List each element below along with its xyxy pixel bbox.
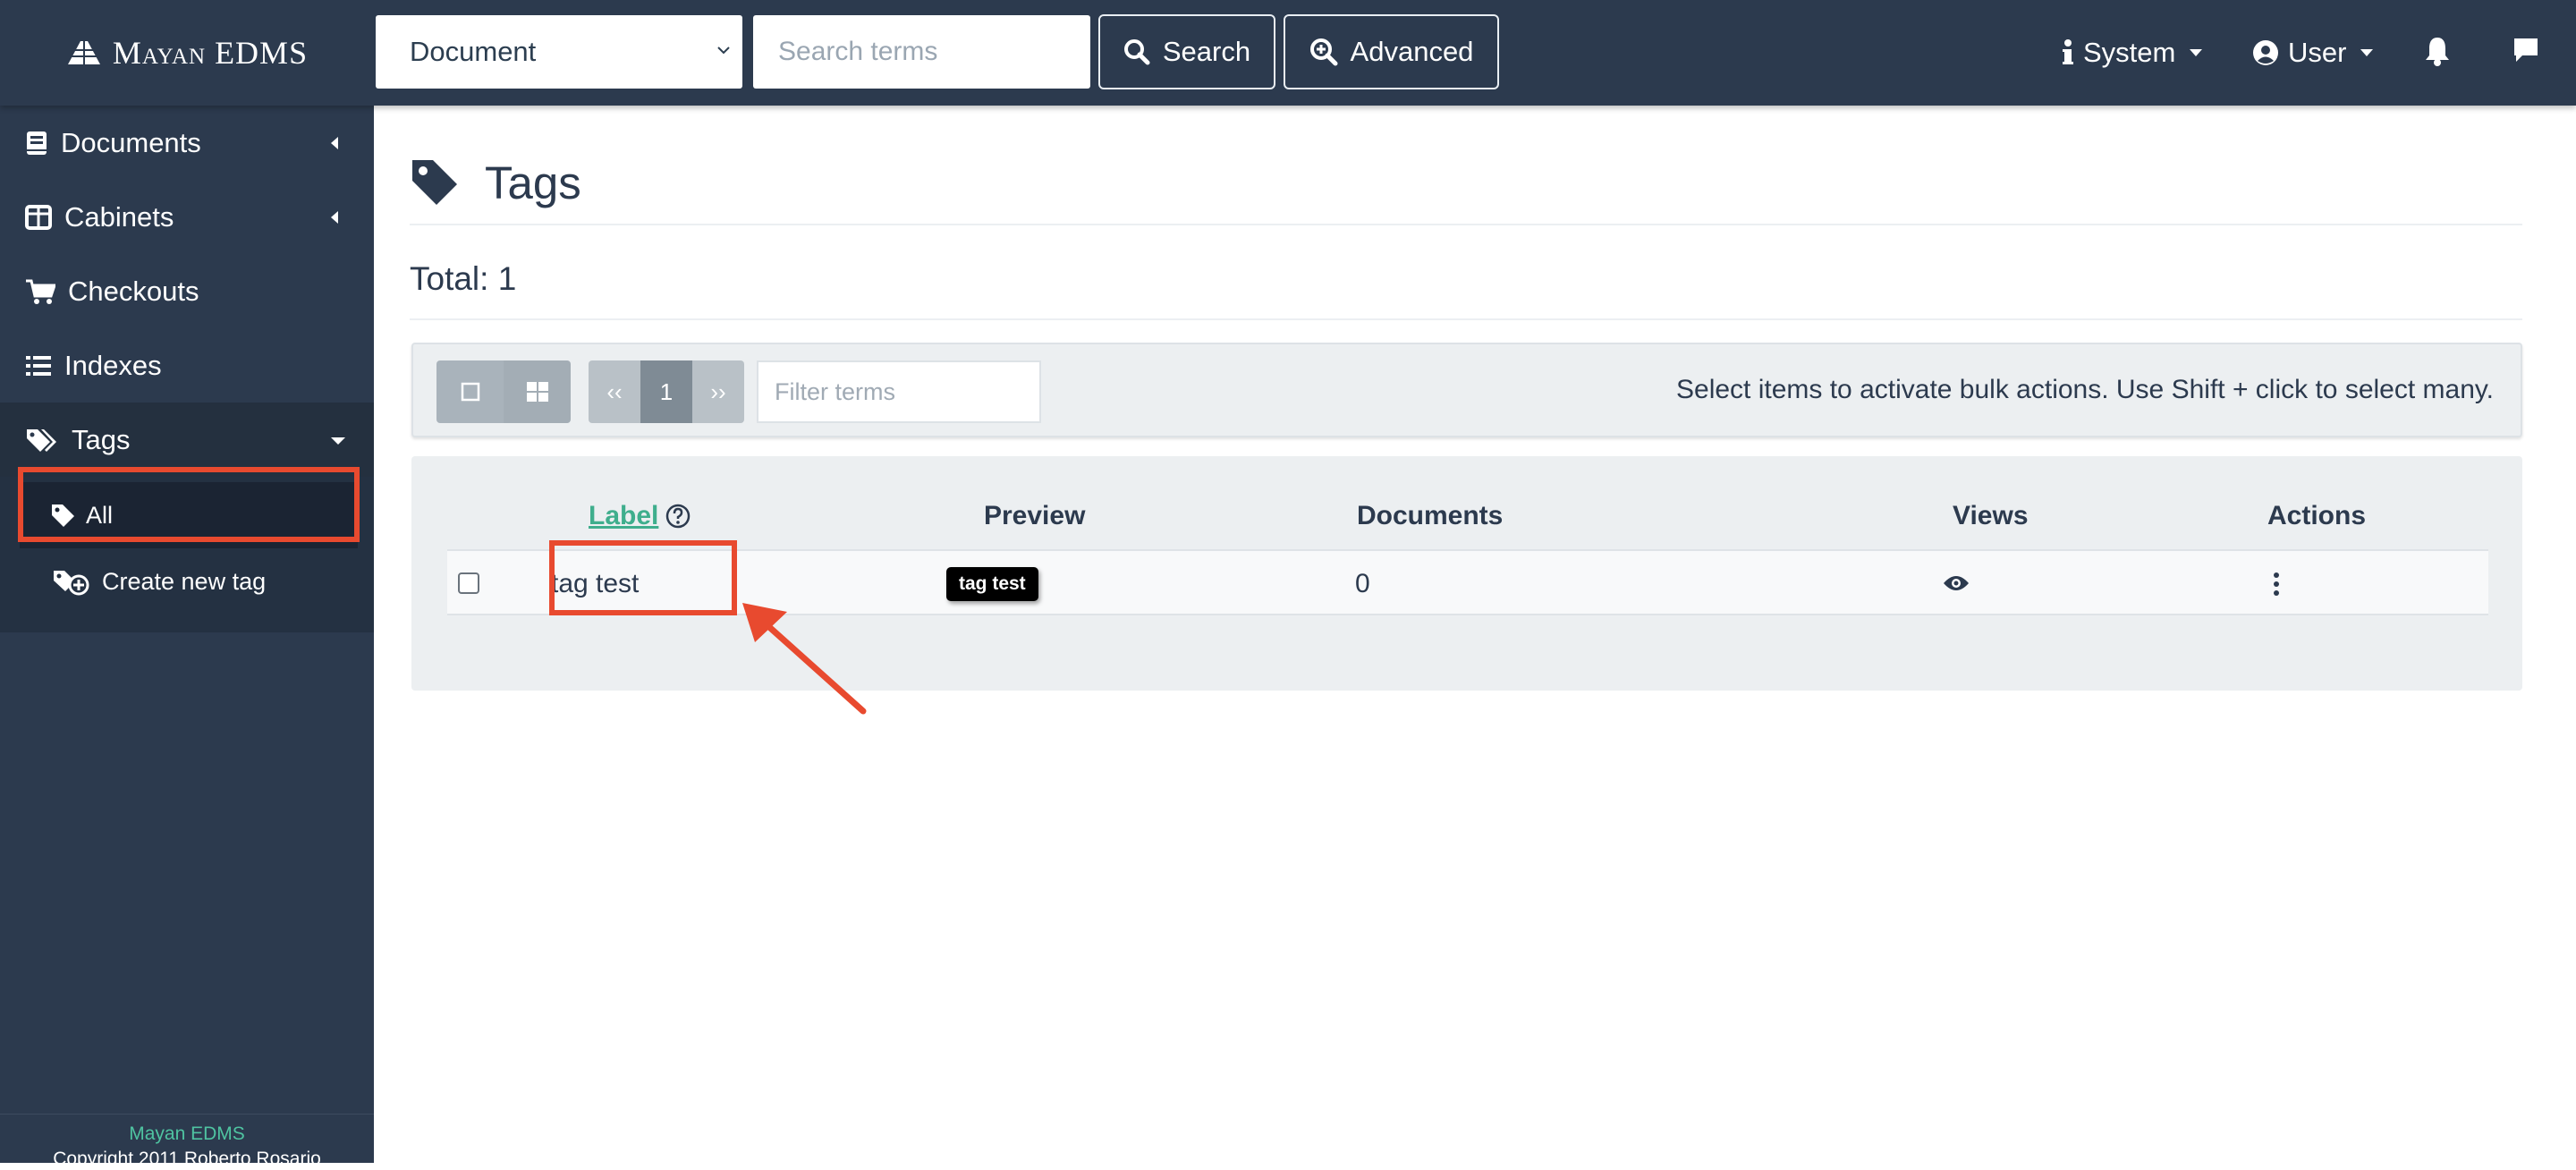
eye-icon[interactable]	[1943, 574, 1970, 592]
tags-icon	[27, 428, 56, 452]
system-menu-label: System	[2083, 37, 2176, 68]
main-content: Tags Total: 1 ‹‹ 1 ›› Se	[374, 106, 2576, 1163]
list-toolbar: ‹‹ 1 ›› Select items to activate bulk ac…	[411, 343, 2522, 437]
documents-count-cell: 0	[1355, 569, 1370, 598]
filter-input[interactable]	[757, 360, 1041, 423]
sidebar-item-tags[interactable]: Tags	[0, 403, 374, 477]
sidebar-footer: Mayan EDMS Copyright 2011 Roberto Rosari…	[0, 1114, 374, 1169]
advanced-button-label: Advanced	[1350, 36, 1474, 67]
search-button[interactable]: Search	[1098, 14, 1275, 89]
zoom-in-icon	[1309, 38, 1338, 66]
previous-page-button[interactable]: ‹‹	[589, 360, 640, 423]
sidebar-item-label: Tags	[72, 423, 131, 455]
column-header-preview: Preview	[984, 501, 1086, 530]
bulk-actions-hint: Select items to activate bulk actions. U…	[1676, 375, 2494, 404]
search-input[interactable]	[753, 15, 1090, 89]
caret-down-icon	[331, 437, 345, 445]
list-icon	[26, 355, 51, 376]
sidebar: Documents Cabinets Checkouts Indexes Tag…	[0, 106, 374, 1169]
brand-logo[interactable]: Mayan EDMS	[0, 0, 374, 106]
sidebar-item-cabinets[interactable]: Cabinets	[0, 180, 374, 254]
sidebar-item-label: Indexes	[64, 349, 162, 381]
submenu-item-all-tags[interactable]: All	[20, 482, 358, 548]
advanced-search-button[interactable]: Advanced	[1284, 14, 1499, 89]
pyramid-icon	[67, 41, 100, 64]
column-header-views: Views	[1953, 501, 2029, 530]
current-page-button[interactable]: 1	[640, 360, 692, 423]
tag-preview-badge: tag test	[946, 567, 1038, 601]
row-select-checkbox[interactable]	[458, 572, 479, 594]
label-sort-link[interactable]: Label	[589, 501, 658, 531]
submenu-item-label: All	[86, 501, 114, 529]
sidebar-item-checkouts[interactable]: Checkouts	[0, 254, 374, 328]
column-header-actions: Actions	[2267, 501, 2367, 530]
system-menu[interactable]: System	[2062, 0, 2203, 106]
view-mode-toggle	[436, 360, 571, 423]
search-type-value: Document	[410, 36, 537, 67]
cart-icon	[26, 279, 55, 304]
caret-down-icon	[2190, 49, 2203, 56]
footer-copyright: Copyright 2011 Roberto Rosario	[53, 1149, 321, 1169]
page-title: Tags	[485, 157, 581, 208]
caret-left-icon	[331, 137, 338, 149]
submenu-item-label: Create new tag	[102, 567, 267, 595]
total-count: Total: 1	[410, 240, 2522, 320]
sidebar-item-indexes[interactable]: Indexes	[0, 328, 374, 403]
tag-plus-icon	[54, 571, 89, 596]
column-header-label[interactable]: Label	[589, 501, 691, 531]
column-header-documents: Documents	[1357, 501, 1504, 530]
list-view-button[interactable]	[436, 360, 504, 423]
footer-app-name: Mayan EDMS	[129, 1123, 245, 1144]
tag-icon	[412, 160, 457, 205]
page-header: Tags	[410, 141, 2522, 225]
brand-name: Mayan EDMS	[112, 35, 309, 71]
caret-left-icon	[331, 211, 338, 224]
search-button-label: Search	[1162, 36, 1251, 67]
search-type-select[interactable]: Document	[376, 15, 742, 89]
bell-icon[interactable]	[2424, 36, 2451, 66]
user-circle-icon	[2253, 40, 2278, 65]
comment-icon[interactable]	[2512, 36, 2540, 64]
book-icon	[27, 131, 47, 155]
annotation-arrow-icon	[742, 603, 867, 715]
tag-icon	[52, 504, 74, 527]
sidebar-item-documents[interactable]: Documents	[0, 106, 374, 180]
next-page-button[interactable]: ››	[692, 360, 744, 423]
tag-label-cell[interactable]: tag test	[551, 569, 639, 599]
ellipsis-vertical-icon[interactable]	[2272, 571, 2281, 598]
user-menu-label: User	[2288, 37, 2347, 68]
square-icon	[461, 382, 479, 402]
caret-down-icon	[2360, 49, 2374, 56]
grid-view-button[interactable]	[504, 360, 571, 423]
sidebar-item-label: Cabinets	[64, 200, 174, 233]
chevron-down-icon	[717, 47, 730, 55]
grid-icon	[526, 382, 548, 402]
tags-submenu: All Create new tag	[0, 477, 374, 632]
columns-icon	[25, 204, 52, 230]
submenu-item-create-tag[interactable]: Create new tag	[0, 548, 374, 615]
question-circle-icon[interactable]	[665, 504, 691, 529]
search-icon	[1123, 39, 1150, 65]
tags-table: Label Preview Documents Views Actions ta…	[411, 456, 2522, 691]
user-menu[interactable]: User	[2252, 0, 2374, 106]
pagination: ‹‹ 1 ››	[589, 360, 744, 423]
info-icon	[2063, 39, 2073, 64]
sidebar-item-label: Documents	[61, 126, 201, 158]
sidebar-item-label: Checkouts	[68, 275, 199, 307]
